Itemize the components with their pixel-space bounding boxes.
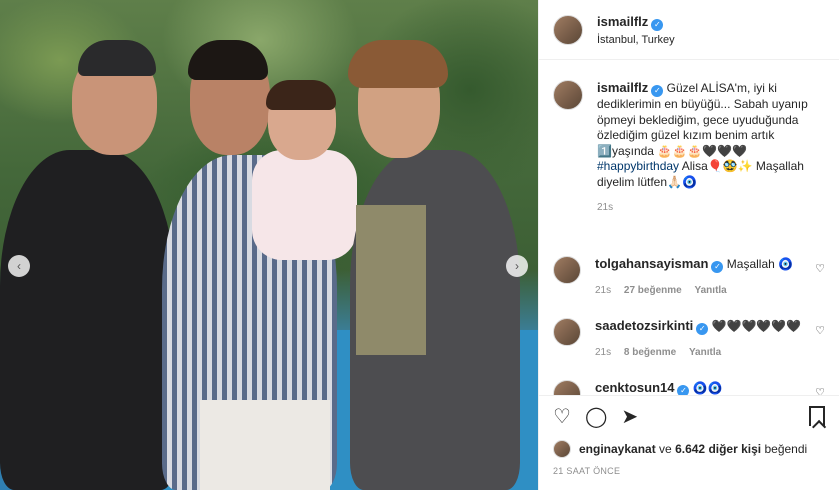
- commenter-avatar[interactable]: [553, 380, 581, 395]
- comment-likes[interactable]: 8 beğenme: [624, 347, 676, 358]
- hashtag-link[interactable]: #happybirthday: [597, 159, 679, 173]
- post-time-ago[interactable]: 21 SAAT ÖNCE: [553, 466, 620, 476]
- caption: ismailflz ✓ Güzel ALİSA'm, iyi ki dedikle…: [539, 60, 839, 216]
- action-bar: ♡ ◯ ➤: [539, 395, 839, 437]
- verified-icon: ✓: [696, 323, 709, 335]
- likes-suffix: beğendi: [764, 442, 808, 456]
- comment-icon[interactable]: ◯: [585, 407, 607, 427]
- caption-time[interactable]: 21s: [597, 200, 817, 216]
- reply-button[interactable]: Yanıtla: [689, 347, 721, 358]
- likes-count[interactable]: 6.642 diğer kişi: [675, 442, 761, 456]
- verified-icon: ✓: [711, 261, 724, 273]
- likes-connector: ve: [659, 442, 672, 456]
- post-header: ismailflz ✓ İstanbul, Turkey: [539, 0, 839, 60]
- liker-username[interactable]: enginaykanat: [579, 442, 656, 456]
- caption-avatar[interactable]: [553, 80, 583, 110]
- comment-text: 🖤🖤🖤🖤🖤🖤: [711, 319, 802, 333]
- comment-item: cenktosun14 ✓ 🧿🧿 ♡: [539, 380, 839, 395]
- previous-arrow-icon[interactable]: ‹: [8, 255, 30, 277]
- person-left: [0, 150, 175, 490]
- comment-item: tolgahansayisman ✓ Maşallah 🧿 21s 27 beğe…: [539, 256, 839, 296]
- like-comment-heart-icon[interactable]: ♡: [815, 324, 825, 337]
- post-location[interactable]: İstanbul, Turkey: [597, 34, 675, 46]
- post-photo[interactable]: ‹ ›: [0, 0, 538, 490]
- liker-avatar[interactable]: [553, 440, 571, 458]
- baby: [252, 150, 357, 260]
- bookmark-icon[interactable]: [809, 406, 825, 426]
- like-heart-icon[interactable]: ♡: [553, 407, 571, 427]
- like-comment-heart-icon[interactable]: ♡: [815, 262, 825, 275]
- person-right-hair: [348, 40, 448, 88]
- comment-text: 🧿🧿: [692, 381, 723, 395]
- next-arrow-icon[interactable]: ›: [506, 255, 528, 277]
- comment-item: saadetozsirkinti ✓ 🖤🖤🖤🖤🖤🖤 21s 8 beğenme Y…: [539, 318, 839, 358]
- like-comment-heart-icon[interactable]: ♡: [815, 386, 825, 395]
- commenter-username[interactable]: cenktosun14: [595, 380, 674, 395]
- commenter-username[interactable]: tolgahansayisman: [595, 256, 708, 271]
- caption-username[interactable]: ismailflz: [597, 80, 648, 95]
- comment-time[interactable]: 21s: [595, 285, 611, 296]
- comment-likes[interactable]: 27 beğenme: [624, 285, 682, 296]
- commenter-username[interactable]: saadetozsirkinti: [595, 318, 693, 333]
- reply-button[interactable]: Yanıtla: [695, 285, 727, 296]
- person-left-cap: [78, 40, 156, 76]
- tshirt-print: [356, 205, 426, 355]
- verified-icon: ✓: [651, 18, 664, 31]
- post-side-panel: ismailflz ✓ İstanbul, Turkey ismailflz ✓ G…: [538, 0, 839, 490]
- commenter-avatar[interactable]: [553, 318, 581, 346]
- comment-time[interactable]: 21s: [595, 347, 611, 358]
- likes-summary: enginaykanat ve 6.642 diğer kişi beğendi: [553, 440, 807, 458]
- share-icon[interactable]: ➤: [621, 407, 638, 427]
- person-middle-pants: [200, 400, 330, 490]
- author-username[interactable]: ismailflz: [597, 14, 648, 29]
- verified-icon: ✓: [677, 385, 690, 395]
- comments-list[interactable]: ismailflz ✓ Güzel ALİSA'm, iyi ki dedikle…: [539, 60, 839, 395]
- baby-hair: [266, 80, 336, 110]
- comment-text: Maşallah 🧿: [726, 257, 794, 271]
- author-avatar[interactable]: [553, 14, 583, 45]
- commenter-avatar[interactable]: [553, 256, 581, 284]
- verified-icon: ✓: [651, 85, 664, 97]
